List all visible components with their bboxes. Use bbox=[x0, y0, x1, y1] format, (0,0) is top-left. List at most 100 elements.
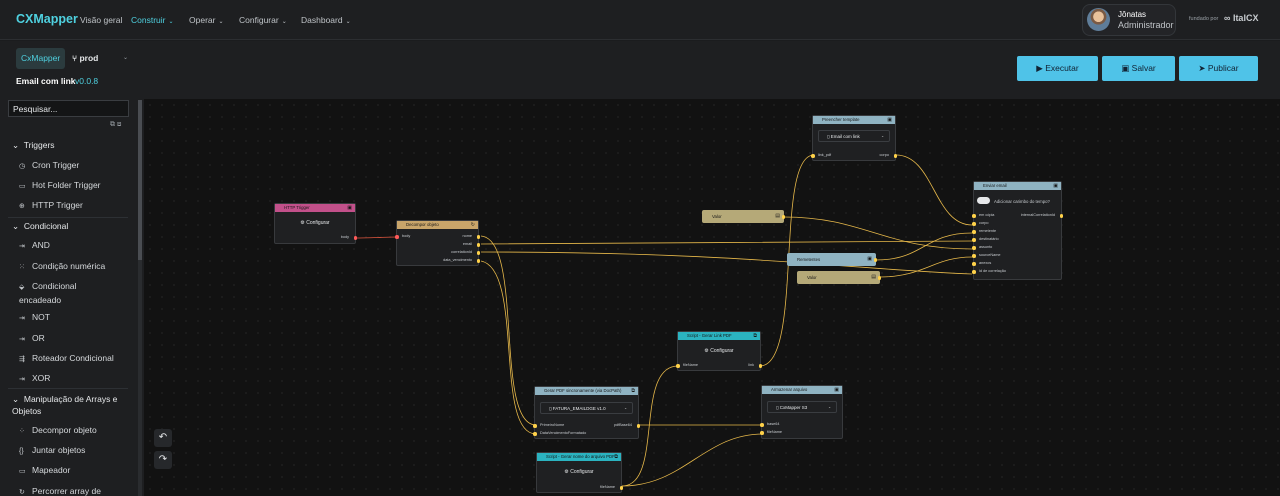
chevron-down-icon[interactable]: ⌄ bbox=[123, 54, 128, 61]
flow-canvas[interactable]: HTTP Trigger ▣ ⚙ Configurar body Decompor… bbox=[144, 99, 1280, 496]
nav-visao-geral[interactable]: Visão geral bbox=[80, 15, 122, 25]
node-http-trigger[interactable]: HTTP Trigger ▣ ⚙ Configurar body bbox=[274, 203, 357, 244]
redo-button[interactable]: ↷ bbox=[154, 451, 172, 469]
nav-construir[interactable]: Construir ⌄ bbox=[131, 15, 174, 25]
timestamp-toggle[interactable] bbox=[977, 197, 990, 204]
open-icon[interactable]: ⧉ bbox=[631, 387, 635, 395]
node-header[interactable]: Enviar email ▣ bbox=[974, 182, 1061, 190]
input-port[interactable] bbox=[533, 424, 537, 428]
node-decompor-objeto[interactable]: Decompor objeto ↻ body nome email correla… bbox=[395, 220, 480, 266]
input-port[interactable] bbox=[760, 423, 764, 427]
output-port[interactable] bbox=[893, 154, 897, 158]
sidebar-item-http-trigger[interactable]: ⊕ HTTP Trigger bbox=[19, 199, 83, 213]
storage-select[interactable]: ▯ CxMapper S3 ⌄ bbox=[767, 401, 837, 413]
user-menu[interactable]: Jônatas Administrador bbox=[1082, 4, 1176, 36]
output-port[interactable] bbox=[476, 251, 480, 255]
node-header[interactable]: HTTP Trigger ▣ bbox=[275, 204, 355, 212]
node-header[interactable]: Valor ▤ bbox=[798, 272, 879, 283]
app-logo[interactable]: CXMapper bbox=[16, 12, 78, 26]
sidebar-item-not[interactable]: ⇥ NOT bbox=[19, 311, 50, 325]
configure-button[interactable]: ⚙ Configurar bbox=[275, 220, 355, 226]
node-gerar-pdf[interactable]: Gerar PDF sincronamente (via DocPath) ⧉ ▯… bbox=[533, 386, 640, 439]
menu-icon[interactable]: ▤ bbox=[775, 211, 780, 222]
output-port[interactable] bbox=[873, 258, 877, 262]
branch-selector[interactable]: ⑂ prod bbox=[72, 53, 98, 63]
nav-dashboard[interactable]: Dashboard ⌄ bbox=[301, 15, 351, 25]
expand-all-icon[interactable]: ⧈ bbox=[117, 121, 121, 128]
input-port[interactable] bbox=[972, 254, 976, 258]
node-valor-1[interactable]: Valor ▤ bbox=[702, 210, 785, 223]
node-header[interactable]: Armazenar arquivo ▣ bbox=[762, 386, 842, 394]
output-port[interactable] bbox=[476, 243, 480, 247]
input-port[interactable] bbox=[395, 235, 399, 239]
sidebar-item-xor[interactable]: ⇥ XOR bbox=[19, 372, 50, 386]
node-preencher-template[interactable]: Preencher template ▣ ▯ Email com link ⌄ li… bbox=[811, 115, 897, 161]
output-port[interactable] bbox=[877, 276, 881, 280]
output-port[interactable] bbox=[758, 364, 762, 368]
execute-button[interactable]: ▶ Executar bbox=[1017, 56, 1098, 81]
sidebar-item-and[interactable]: ⇥ AND bbox=[19, 239, 50, 253]
undo-button[interactable]: ↶ bbox=[154, 429, 172, 447]
node-header[interactable]: Script - Gerar nome do arquivo PDF ⧉ bbox=[537, 453, 621, 461]
input-port[interactable] bbox=[533, 432, 537, 436]
output-port[interactable] bbox=[781, 215, 785, 219]
node-enviar-email[interactable]: Enviar email ▣ Adicionar carimbo do tempo… bbox=[972, 181, 1063, 280]
node-header[interactable]: Gerar PDF sincronamente (via DocPath) ⧉ bbox=[535, 387, 638, 395]
sidebar-item-hot-folder-trigger[interactable]: ▭ Hot Folder Trigger bbox=[19, 179, 101, 193]
output-port[interactable] bbox=[476, 259, 480, 263]
sidebar-item-condicao-numerica[interactable]: ⁙ Condição numérica bbox=[19, 260, 105, 274]
category-triggers[interactable]: ⌄ Triggers bbox=[12, 140, 55, 151]
collapse-all-icon[interactable]: ⧉ bbox=[110, 121, 115, 128]
output-port[interactable] bbox=[619, 486, 623, 490]
output-port[interactable] bbox=[476, 235, 480, 239]
sidebar-item-or[interactable]: ⇥ OR bbox=[19, 332, 45, 346]
sidebar-scrollbar[interactable] bbox=[138, 100, 142, 496]
node-header[interactable]: Preencher template ▣ bbox=[813, 116, 895, 124]
output-port[interactable] bbox=[636, 424, 640, 428]
sidebar-item-juntar-objetos[interactable]: {} Juntar objetos bbox=[19, 444, 85, 458]
search-input[interactable] bbox=[8, 100, 129, 117]
menu-icon[interactable]: ▣ bbox=[834, 386, 839, 394]
save-button[interactable]: ▣ Salvar bbox=[1102, 56, 1175, 81]
nav-configurar[interactable]: Configurar ⌄ bbox=[239, 15, 287, 25]
node-valor-2[interactable]: Valor ▤ bbox=[797, 271, 881, 284]
sidebar-item-percorrer-array[interactable]: ↻ Percorrer array de bbox=[19, 485, 101, 496]
configure-button[interactable]: ⚙ Configurar bbox=[537, 469, 621, 475]
node-remetentes[interactable]: Remetentes ▣ bbox=[787, 253, 877, 266]
scrollbar-thumb[interactable] bbox=[138, 100, 142, 260]
menu-icon[interactable]: ▣ bbox=[347, 204, 352, 212]
node-header[interactable]: Remetentes ▣ bbox=[788, 254, 875, 265]
sidebar-item-mapeador[interactable]: ▭ Mapeador bbox=[19, 464, 70, 478]
node-header[interactable]: Valor ▤ bbox=[703, 211, 783, 222]
menu-icon[interactable]: ▤ bbox=[871, 272, 876, 283]
configure-button[interactable]: ⚙ Configurar bbox=[678, 348, 760, 354]
code-icon[interactable]: ⧉ bbox=[753, 332, 757, 340]
output-port[interactable] bbox=[353, 236, 357, 240]
node-armazenar-arquivo[interactable]: Armazenar arquivo ▣ ▯ CxMapper S3 ⌄ base64… bbox=[760, 385, 843, 439]
input-port[interactable] bbox=[972, 262, 976, 266]
category-condicional[interactable]: ⌄ Condicional bbox=[12, 221, 68, 232]
user-icon[interactable]: ▣ bbox=[867, 254, 872, 265]
sidebar-item-roteador-condicional[interactable]: ⇶ Roteador Condicional bbox=[19, 352, 114, 366]
nav-operar[interactable]: Operar ⌄ bbox=[189, 15, 224, 25]
sidebar-item-condicional-encadeado[interactable]: ⬙ Condicional encadeado bbox=[19, 280, 109, 306]
input-port[interactable] bbox=[811, 154, 815, 158]
input-port[interactable] bbox=[972, 270, 976, 274]
input-port[interactable] bbox=[676, 364, 680, 368]
reload-icon[interactable]: ↻ bbox=[471, 221, 475, 229]
input-port[interactable] bbox=[972, 230, 976, 234]
input-port[interactable] bbox=[972, 238, 976, 242]
input-port[interactable] bbox=[760, 431, 764, 435]
node-header[interactable]: Decompor objeto ↻ bbox=[397, 221, 478, 229]
sidebar-item-decompor-objeto[interactable]: ⁘ Decompor objeto bbox=[19, 424, 97, 438]
code-icon[interactable]: ⧉ bbox=[614, 453, 618, 461]
category-manipulacao-arrays-objetos[interactable]: ⌄ Manipulação de Arrays e Objetos bbox=[12, 393, 130, 417]
template-select[interactable]: ▯ Email com link ⌄ bbox=[818, 130, 890, 142]
sidebar-item-cron-trigger[interactable]: ◷ Cron Trigger bbox=[19, 159, 79, 173]
node-gerar-nome-arquivo[interactable]: Script - Gerar nome do arquivo PDF ⧉ ⚙ Co… bbox=[536, 452, 623, 493]
project-chip[interactable]: CxMapper bbox=[16, 48, 66, 69]
node-header[interactable]: Script - Gerar Link PDF ⧉ bbox=[678, 332, 760, 340]
input-port[interactable] bbox=[972, 222, 976, 226]
document-select[interactable]: ▯ FATURA_EMAILDGE v1.0 ⌄ bbox=[540, 402, 633, 414]
input-port[interactable] bbox=[972, 214, 976, 218]
